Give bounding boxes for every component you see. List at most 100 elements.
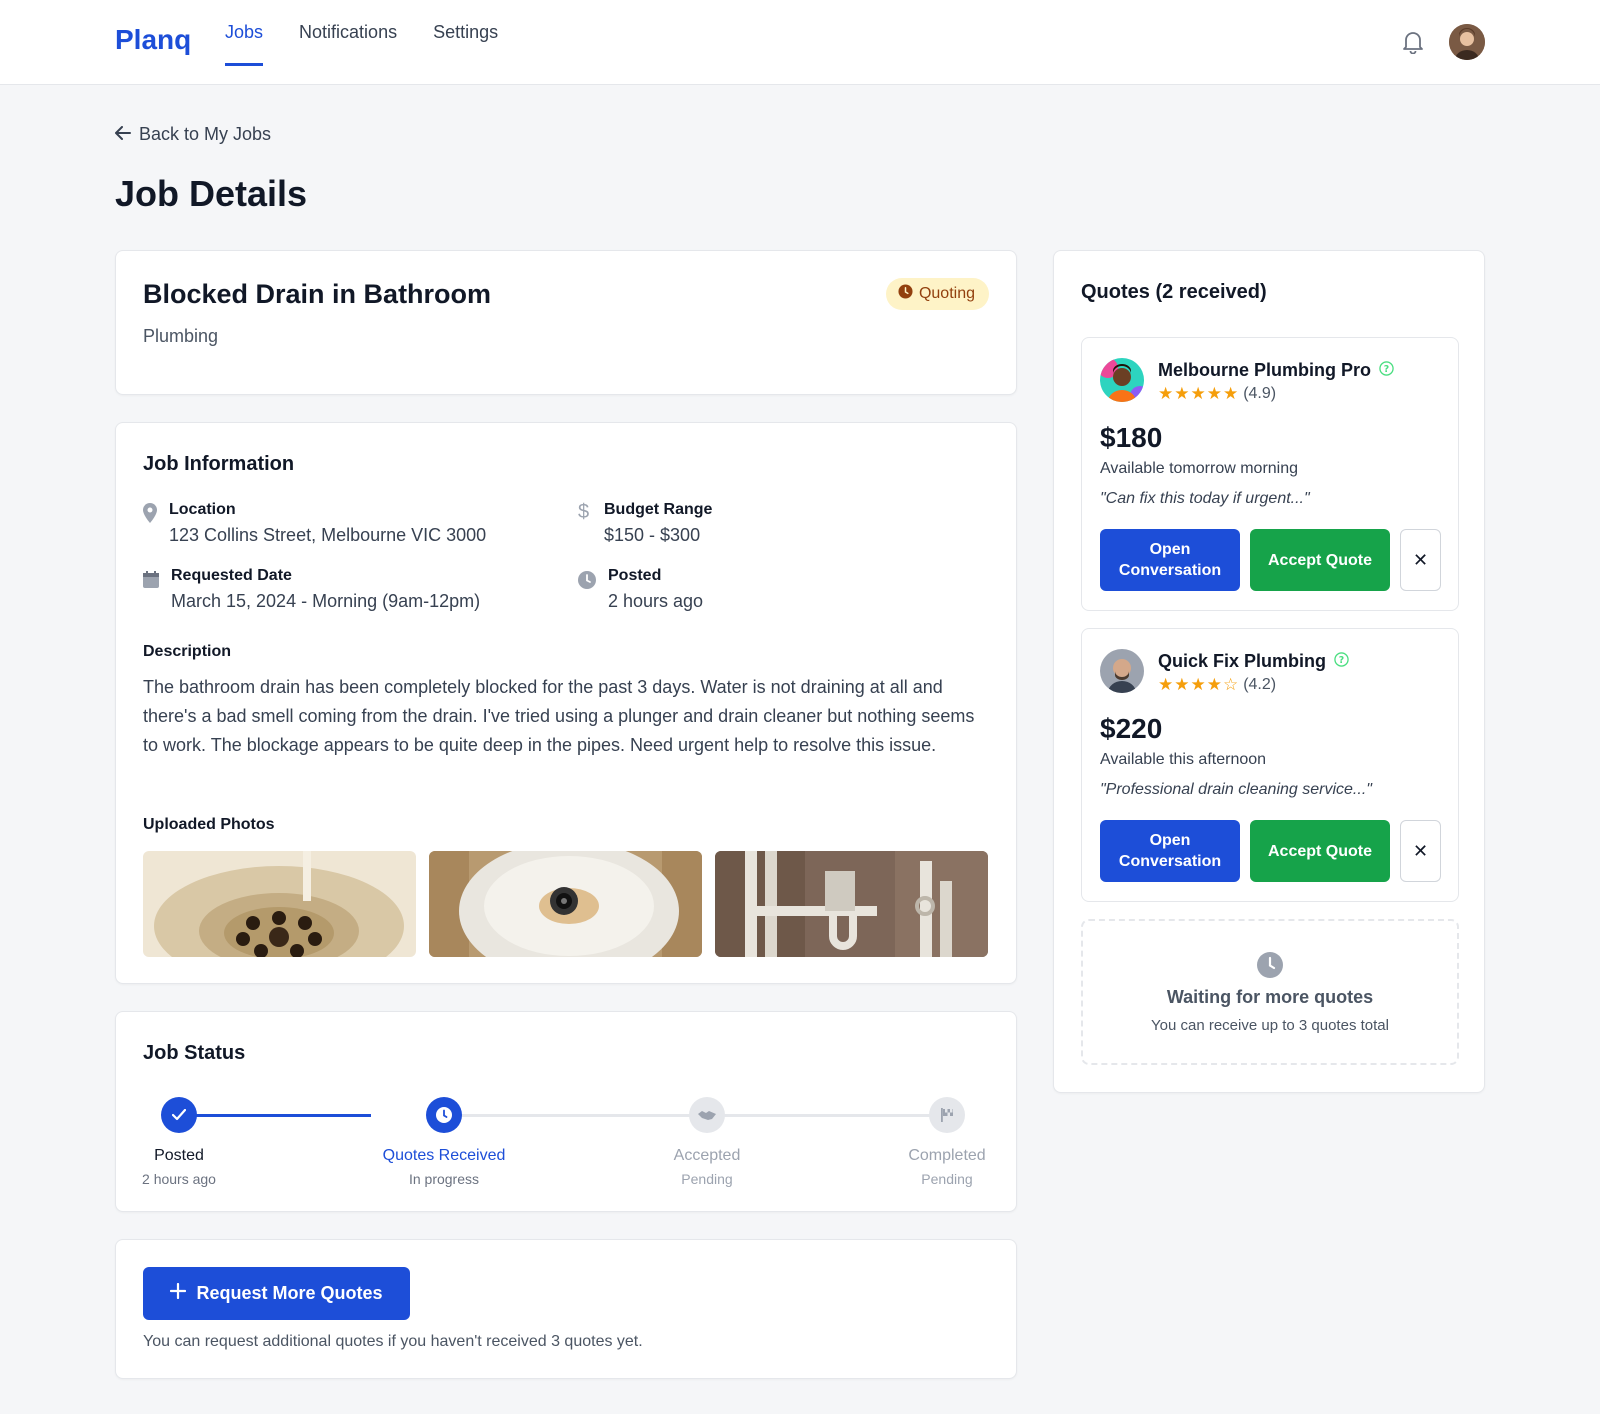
quote-availability: Available tomorrow morning [1100,460,1299,477]
open-conversation-button[interactable]: Open Conversation [1100,529,1240,591]
quote-message: "Can fix this today if urgent..." [1100,490,1310,507]
nav-links: Jobs Notifications Settings [225,0,498,85]
verified-icon: ? [1334,651,1349,672]
calendar-icon [143,571,159,612]
quote-card: Melbourne Plumbing Pro ? ★★★★★ (4.9) $18… [1081,337,1459,611]
star-rating-icons: ★★★★☆ [1158,675,1240,694]
svg-text:?: ? [1339,655,1344,666]
page-title: Job Details [115,173,308,214]
photo-drain-closeup[interactable] [143,851,416,957]
avatar [1100,649,1144,693]
step-quotes-received-sub: In progress [408,1171,480,1187]
waiting-subtitle: You can receive up to 3 quotes total [1151,1017,1389,1034]
step-posted: Posted 2 hours ago [104,1097,254,1187]
posted-value: 2 hours ago [608,591,704,611]
requested-date-info: Requested Date March 15, 2024 - Morning … [143,567,480,612]
check-icon [161,1097,197,1133]
request-note: You can request additional quotes if you… [143,1333,643,1350]
step-posted-label: Posted [154,1147,204,1164]
job-information-card: Job Information Location 123 Collins Str… [115,422,1017,984]
nav-jobs[interactable]: Jobs [225,0,264,66]
quote-provider-name: Melbourne Plumbing Pro ? [1158,360,1394,381]
handshake-icon [689,1097,725,1133]
quotes-panel: Quotes (2 received) Melbourne Plumbing P… [1053,250,1485,1093]
budget-value: $150 - $300 [604,525,701,545]
step-posted-sub: 2 hours ago [142,1171,216,1187]
description-text: The bathroom drain has been completely b… [143,677,975,755]
quotes-title: Quotes (2 received) [1081,281,1267,303]
posted-label: Posted [608,567,662,584]
nav-notifications[interactable]: Notifications [299,0,397,66]
step-completed-sub: Pending [921,1171,973,1187]
step-accepted: Accepted Pending [632,1097,782,1187]
waiting-title: Waiting for more quotes [1166,987,1374,1007]
bell-icon[interactable] [1402,30,1424,55]
status-badge: Quoting [885,278,989,310]
photo-under-sink-pipes[interactable] [715,851,988,957]
quote-provider-name: Quick Fix Plumbing ? [1158,651,1349,672]
close-icon[interactable]: ✕ [1400,820,1441,882]
job-status-card: Job Status Posted 2 hours ago Quotes Rec… [115,1011,1017,1212]
location-label: Location [169,501,236,518]
nav-settings[interactable]: Settings [433,0,498,66]
waiting-placeholder: Waiting for more quotes You can receive … [1081,919,1459,1065]
close-icon[interactable]: ✕ [1400,529,1441,591]
step-completed: Completed Pending [872,1097,1022,1187]
job-status-title: Job Status [143,1042,246,1064]
step-quotes-received: Quotes Received In progress [369,1097,519,1187]
rating-value: (4.9) [1243,385,1277,402]
back-link-label: Back to My Jobs [139,124,272,144]
rating: ★★★★☆ (4.2) [1158,675,1276,695]
accept-quote-button[interactable]: Accept Quote [1250,820,1390,882]
quote-price: $180 [1100,422,1163,453]
verified-icon: ? [1379,360,1394,381]
posted-info: Posted 2 hours ago [578,567,703,612]
uploaded-photos-label: Uploaded Photos [143,816,275,833]
arrow-left-icon [115,124,131,145]
svg-text:?: ? [1384,364,1389,375]
star-rating-icons: ★★★★★ [1158,384,1240,403]
rating: ★★★★★ (4.9) [1158,384,1276,404]
accept-quote-button[interactable]: Accept Quote [1250,529,1390,591]
quote-card: Quick Fix Plumbing ? ★★★★☆ (4.2) $220 Av… [1081,628,1459,902]
flag-checkered-icon [929,1097,965,1133]
status-badge-label: Quoting [918,285,975,302]
clock-icon [898,284,913,304]
clock-icon [426,1097,462,1133]
description-label: Description [143,643,232,660]
quote-availability: Available this afternoon [1100,751,1267,768]
request-more-quotes-button[interactable]: Request More Quotes [143,1267,410,1320]
top-navbar: Planq Jobs Notifications Settings [0,0,1600,85]
rating-value: (4.2) [1243,676,1277,693]
job-header-card: Blocked Drain in Bathroom Plumbing Quoti… [115,250,1017,395]
step-completed-label: Completed [908,1147,986,1164]
user-avatar[interactable] [1449,24,1485,60]
requested-date-value: March 15, 2024 - Morning (9am-12pm) [171,591,481,611]
clock-icon [578,571,596,612]
dollar-icon: $ [578,501,590,523]
step-quotes-received-label: Quotes Received [382,1147,506,1164]
quote-price: $220 [1100,713,1163,744]
job-title: Blocked Drain in Bathroom [143,279,492,309]
step-accepted-sub: Pending [681,1171,733,1187]
logo[interactable]: Planq [115,24,191,56]
budget-info: $ Budget Range $150 - $300 [578,501,712,546]
job-category: Plumbing [143,326,219,346]
request-more-quotes-label: Request More Quotes [196,1283,383,1303]
clock-icon [1083,951,1457,984]
location-info: Location 123 Collins Street, Melbourne V… [143,501,486,546]
provider-name-text: Quick Fix Plumbing [1158,651,1327,671]
map-pin-icon [143,503,157,546]
photo-sink-stain[interactable] [429,851,702,957]
open-conversation-button[interactable]: Open Conversation [1100,820,1240,882]
budget-label: Budget Range [604,501,713,518]
location-value: 123 Collins Street, Melbourne VIC 3000 [169,525,487,545]
plus-icon [170,1282,187,1304]
quote-message: "Professional drain cleaning service..." [1100,781,1372,798]
avatar [1100,358,1144,402]
request-quotes-card: Request More Quotes You can request addi… [115,1239,1017,1379]
provider-name-text: Melbourne Plumbing Pro [1158,360,1372,380]
step-accepted-label: Accepted [673,1147,741,1164]
back-link[interactable]: Back to My Jobs [115,124,271,145]
job-information-title: Job Information [143,453,295,475]
